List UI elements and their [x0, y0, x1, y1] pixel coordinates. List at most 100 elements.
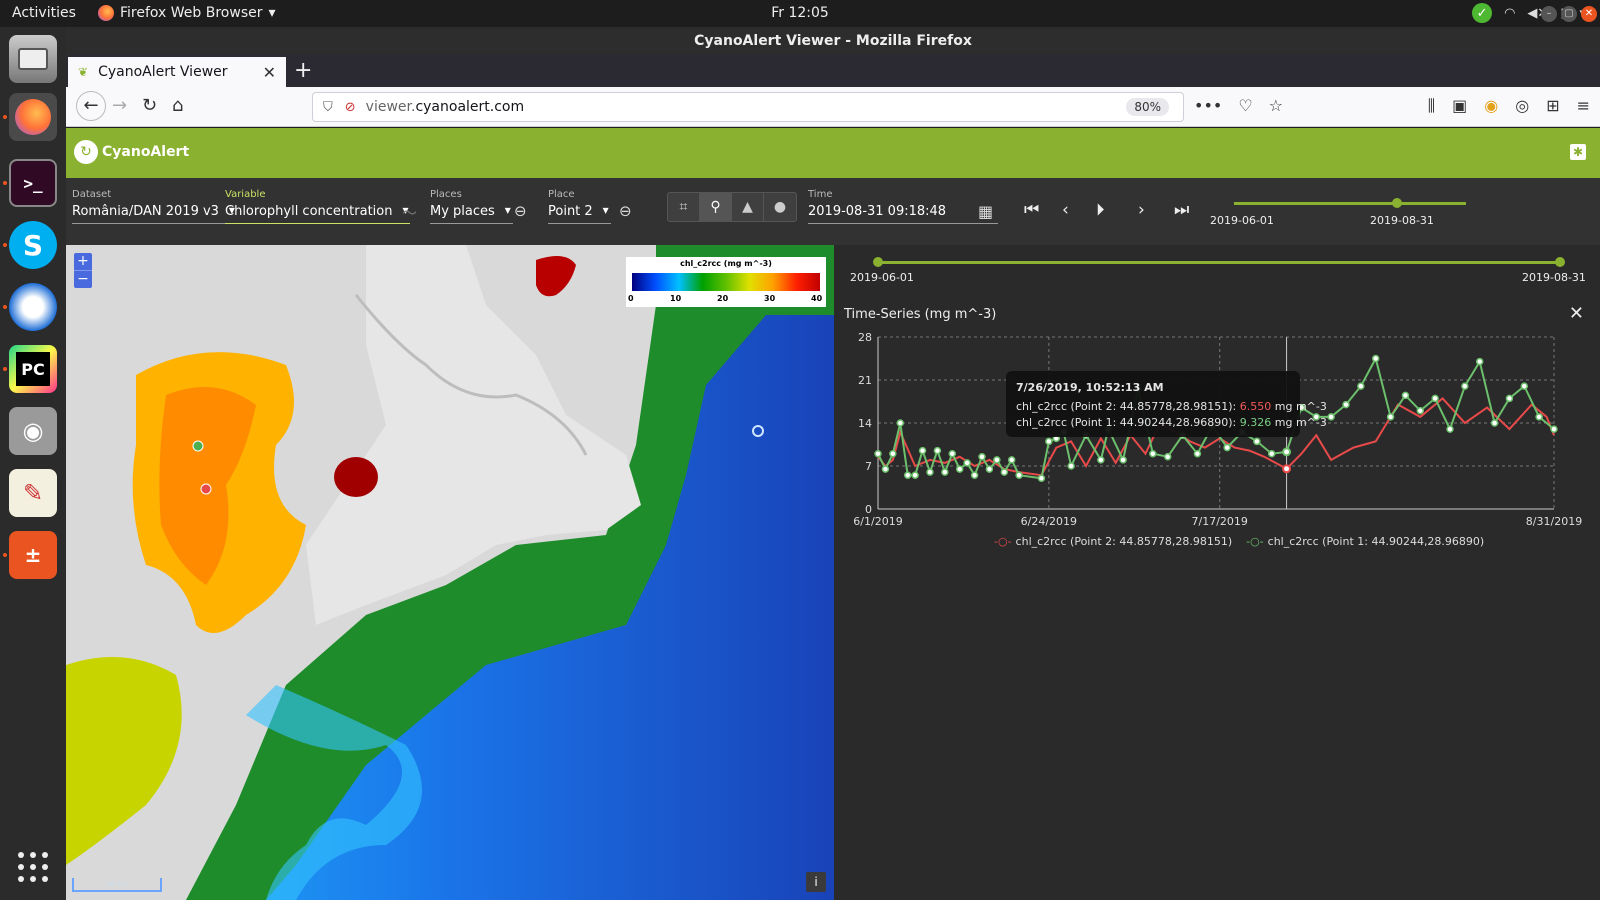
- system-top-bar: Activities Firefox Web Browser ▾ Fr 12:0…: [0, 0, 1600, 27]
- show-applications-icon[interactable]: [18, 852, 48, 882]
- timeseries-title: Time-Series (mg m^-3): [844, 307, 997, 322]
- new-tab-button[interactable]: +: [294, 58, 312, 83]
- timeseries-chart-svg[interactable]: 071421286/1/2019 6/24/2019 7/17/2019 8/31/2…: [834, 325, 1600, 565]
- more-actions-icon[interactable]: •••: [1194, 96, 1222, 115]
- library-icon[interactable]: ⫼: [1428, 96, 1435, 116]
- time-slider[interactable]: [1234, 198, 1466, 208]
- close-window-button[interactable]: ✕: [1581, 6, 1597, 22]
- data-point: [1416, 406, 1425, 415]
- data-point: [1267, 449, 1276, 458]
- next-step-icon[interactable]: ›: [1138, 200, 1145, 220]
- terminal-app-icon[interactable]: >_: [9, 159, 57, 207]
- zoom-in-button[interactable]: +: [74, 253, 92, 270]
- shield-icon[interactable]: ⛉: [323, 100, 333, 115]
- places-value[interactable]: My places: [430, 203, 513, 224]
- range-end-label: 2019-08-31: [1522, 271, 1586, 284]
- legend-item-point2[interactable]: -○- chl_c2rcc (Point 2: 44.85778,28.9815…: [994, 535, 1232, 548]
- legend-tick: 30: [764, 294, 776, 303]
- pycharm-app-icon[interactable]: PC: [9, 345, 57, 393]
- circle-tool-icon[interactable]: ●: [764, 193, 796, 221]
- play-icon[interactable]: ⏵: [1096, 200, 1105, 220]
- legend-swatch: -○-: [1246, 535, 1264, 548]
- app-menu[interactable]: Firefox Web Browser ▾: [98, 5, 276, 21]
- calculator-app-icon[interactable]: ±: [9, 531, 57, 579]
- url-domain: cyanoalert.com: [415, 99, 525, 115]
- tab-cyanoalert[interactable]: ❦ CyanoAlert Viewer ✕: [68, 57, 286, 87]
- insecure-lock-icon[interactable]: ⊘: [345, 100, 356, 115]
- zoom-indicator[interactable]: 80%: [1126, 98, 1169, 116]
- timeseries-chart[interactable]: 0 7 14 21 28 6/1/2019 6/24/2019 7/17/2019 8/31/2…: [834, 325, 1600, 565]
- time-input[interactable]: 2019-08-31 09:18:48: [808, 204, 998, 224]
- settings-icon[interactable]: ✱: [1570, 144, 1586, 160]
- variable-value[interactable]: Chlorophyll concentration: [225, 203, 411, 224]
- first-step-icon[interactable]: ⏮: [1024, 200, 1039, 220]
- toolbar-right: ⫼ ▣ ◉ ◎ ⊞ ≡: [1428, 96, 1590, 116]
- url-bar[interactable]: ⛉ ⊘ viewer.cyanoalert.com 80%: [312, 92, 1184, 122]
- maximize-button[interactable]: ▢: [1561, 6, 1577, 22]
- x-tick-label: 8/31/2019: [1526, 515, 1582, 528]
- tooltip-unit: mg m^-3: [1274, 400, 1327, 413]
- data-point: [874, 449, 882, 458]
- url-actions: ••• ♡ ☆: [1194, 96, 1283, 115]
- wifi-icon: ◠: [1504, 5, 1516, 21]
- bookmark-star-icon[interactable]: ☆: [1269, 96, 1283, 115]
- select-tool-icon[interactable]: ⌗: [668, 193, 700, 221]
- point-tool-icon[interactable]: ⚲: [700, 193, 732, 221]
- place-value[interactable]: Point 2: [548, 203, 611, 224]
- minimize-button[interactable]: –: [1541, 6, 1557, 22]
- data-point: [1007, 456, 1016, 464]
- close-tab-icon[interactable]: ✕: [263, 63, 276, 82]
- camera-app-icon[interactable]: ◉: [9, 407, 57, 455]
- extension-icon[interactable]: ◉: [1484, 96, 1498, 116]
- legend-title: chl_c2rcc (mg m^-3): [680, 259, 772, 268]
- time-slider-handle[interactable]: [1392, 198, 1402, 208]
- timeseries-icon[interactable]: 〜: [402, 202, 417, 223]
- previous-step-icon[interactable]: ‹: [1062, 200, 1069, 220]
- data-point: [911, 471, 919, 479]
- calendar-icon[interactable]: ▦: [978, 202, 993, 221]
- last-step-icon[interactable]: ⏭: [1174, 200, 1189, 220]
- running-indicator: [3, 181, 7, 185]
- skype-app-icon[interactable]: S: [9, 221, 57, 269]
- text-editor-app-icon[interactable]: ✎: [9, 469, 57, 517]
- legend-item-point1[interactable]: -○- chl_c2rcc (Point 1: 44.90244,28.9689…: [1246, 535, 1484, 548]
- range-end-handle[interactable]: [1555, 257, 1565, 267]
- close-timeseries-icon[interactable]: ✕: [1569, 303, 1584, 324]
- data-point: [1550, 425, 1558, 433]
- tooltip-unit: mg m^-3: [1274, 416, 1327, 429]
- running-indicator: [3, 115, 7, 119]
- files-app-icon[interactable]: [9, 35, 57, 83]
- url-text[interactable]: viewer.cyanoalert.com: [366, 99, 524, 115]
- running-indicator: [3, 553, 7, 557]
- data-point: [970, 471, 979, 479]
- sidebar-icon[interactable]: ▣: [1452, 96, 1467, 116]
- info-button[interactable]: i: [806, 872, 826, 892]
- pocket-icon[interactable]: ♡: [1238, 96, 1252, 115]
- running-indicator: [3, 367, 7, 371]
- range-start-handle[interactable]: [873, 257, 883, 267]
- back-button[interactable]: ←: [76, 91, 106, 121]
- forward-button[interactable]: →: [112, 95, 127, 116]
- remove-place-icon[interactable]: ⊖: [619, 202, 632, 220]
- legend-tick: 20: [717, 294, 729, 303]
- data-point: [933, 446, 942, 455]
- extensions-icon[interactable]: ⊞: [1546, 96, 1559, 116]
- remove-places-icon[interactable]: ⊖: [514, 202, 527, 220]
- thunderbird-app-icon[interactable]: [9, 283, 57, 331]
- menu-icon[interactable]: ≡: [1577, 96, 1590, 116]
- data-point: [1327, 413, 1335, 421]
- range-start-label: 2019-06-01: [850, 271, 914, 284]
- data-point: [1097, 456, 1105, 464]
- account-icon[interactable]: ◎: [1515, 96, 1529, 116]
- reload-button[interactable]: ↻: [142, 95, 157, 116]
- map-view[interactable]: + − chl_c2rcc (mg m^-3) 0 10 20 30 40 10…: [66, 245, 834, 900]
- firefox-app-icon[interactable]: [9, 93, 57, 141]
- polygon-tool-icon[interactable]: ▲: [732, 193, 764, 221]
- home-button[interactable]: ⌂: [172, 95, 183, 116]
- update-check-icon[interactable]: ✓: [1472, 3, 1493, 23]
- zoom-out-button[interactable]: −: [74, 270, 92, 288]
- dataset-value[interactable]: România/DAN 2019 v3: [72, 203, 237, 224]
- range-slider[interactable]: [873, 257, 1565, 267]
- activities-button[interactable]: Activities: [12, 5, 76, 21]
- data-point: [1149, 449, 1157, 458]
